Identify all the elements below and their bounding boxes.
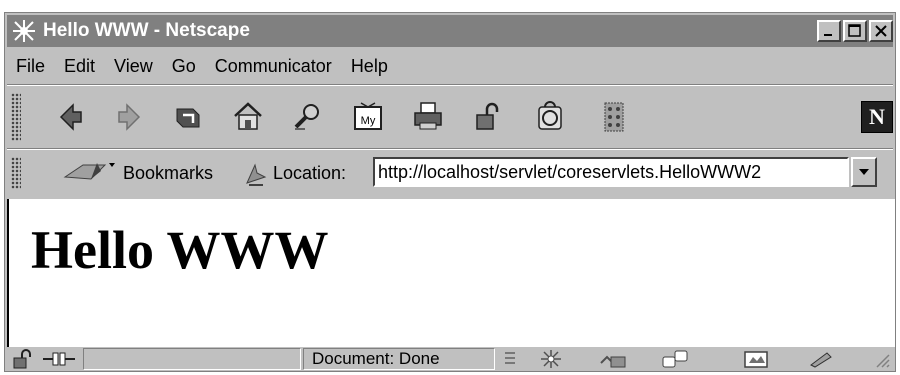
window-title: Hello WWW - Netscape bbox=[43, 20, 250, 41]
menu-bar: File Edit View Go Communicator Help bbox=[7, 49, 893, 83]
title-bar[interactable]: Hello WWW - Netscape bbox=[7, 15, 893, 47]
my-netscape-icon[interactable]: My bbox=[351, 99, 385, 133]
menu-communicator[interactable]: Communicator bbox=[206, 56, 342, 77]
svg-text:My: My bbox=[361, 115, 376, 127]
print-icon[interactable] bbox=[411, 99, 445, 133]
maximize-button[interactable] bbox=[843, 20, 867, 42]
composer-icon[interactable] bbox=[743, 349, 771, 369]
browser-window: Hello WWW - Netscape File Edit View Go C… bbox=[4, 12, 896, 372]
navigation-toolbar: My N bbox=[7, 87, 893, 147]
location-grip[interactable] bbox=[11, 157, 21, 189]
security-lock-icon[interactable] bbox=[11, 349, 39, 369]
shop-icon[interactable] bbox=[533, 99, 567, 133]
menu-divider bbox=[7, 84, 893, 86]
resize-grip-icon[interactable] bbox=[869, 349, 891, 369]
page-heading: Hello WWW bbox=[31, 220, 329, 280]
page-content: Hello WWW bbox=[7, 199, 895, 347]
mail-icon[interactable] bbox=[599, 349, 627, 369]
stop-icon[interactable] bbox=[597, 99, 631, 133]
location-toolbar: Bookmarks Location: http://localhost/ser… bbox=[7, 151, 893, 195]
status-message: Document: Done bbox=[312, 349, 440, 368]
forward-icon[interactable] bbox=[113, 99, 147, 133]
security-icon[interactable] bbox=[471, 99, 505, 133]
bookmarks-icon[interactable] bbox=[61, 159, 117, 187]
menu-file[interactable]: File bbox=[7, 56, 55, 77]
status-message-cell: Document: Done bbox=[303, 348, 495, 370]
minimize-icon bbox=[824, 34, 832, 36]
status-bar: Document: Done bbox=[7, 347, 893, 371]
menu-view[interactable]: View bbox=[105, 56, 163, 77]
menu-help[interactable]: Help bbox=[342, 56, 398, 77]
home-icon[interactable] bbox=[231, 99, 265, 133]
menu-edit[interactable]: Edit bbox=[55, 56, 105, 77]
toolbar-grip[interactable] bbox=[11, 93, 21, 141]
search-icon[interactable] bbox=[291, 99, 325, 133]
bookmarks-label[interactable]: Bookmarks bbox=[123, 163, 213, 184]
location-label: Location: bbox=[273, 163, 347, 183]
connection-plug-icon[interactable] bbox=[41, 349, 77, 369]
progress-cell bbox=[83, 348, 301, 370]
chevron-down-icon bbox=[859, 169, 869, 175]
discussion-icon[interactable] bbox=[661, 349, 689, 369]
component-bar-grip-icon[interactable] bbox=[503, 349, 517, 369]
reload-icon[interactable] bbox=[171, 99, 205, 133]
navigator-icon[interactable] bbox=[537, 349, 565, 369]
menu-go[interactable]: Go bbox=[163, 56, 206, 77]
netscape-throbber-logo[interactable]: N bbox=[861, 101, 893, 133]
url-input[interactable]: http://localhost/servlet/coreservlets.He… bbox=[373, 157, 849, 187]
close-button[interactable] bbox=[869, 20, 893, 42]
minimize-button[interactable] bbox=[817, 20, 841, 42]
maximize-icon bbox=[848, 24, 861, 37]
back-icon[interactable] bbox=[53, 99, 87, 133]
url-dropdown-button[interactable] bbox=[851, 157, 877, 187]
toolbar-divider bbox=[7, 148, 893, 150]
task-pencil-icon[interactable] bbox=[807, 349, 835, 369]
location-icon[interactable] bbox=[243, 161, 269, 187]
netscape-logo-icon bbox=[11, 18, 37, 44]
close-icon bbox=[875, 25, 887, 37]
